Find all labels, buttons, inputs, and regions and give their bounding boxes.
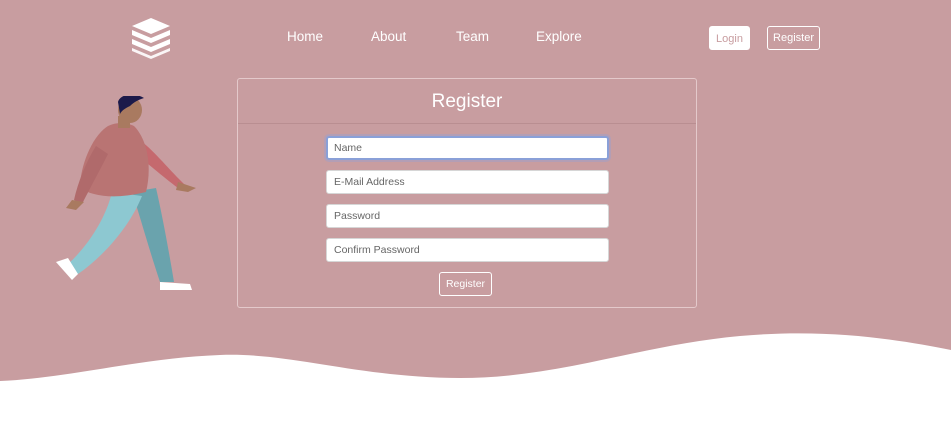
name-field[interactable] — [326, 136, 609, 160]
register-submit-button[interactable]: Register — [439, 272, 492, 296]
register-nav-button[interactable]: Register — [767, 26, 820, 50]
nav-link-explore[interactable]: Explore — [536, 28, 582, 46]
walking-person-illustration — [56, 96, 196, 290]
register-card: Register Register — [237, 78, 697, 308]
nav-link-about[interactable]: About — [371, 28, 406, 46]
register-card-title: Register — [238, 79, 696, 124]
password-field[interactable] — [326, 204, 609, 228]
nav-link-team[interactable]: Team — [456, 28, 489, 46]
hero-section: Home About Team Explore Login Register R… — [0, 0, 951, 428]
confirm-password-field[interactable] — [326, 238, 609, 262]
email-field[interactable] — [326, 170, 609, 194]
nav-link-home[interactable]: Home — [287, 28, 323, 46]
login-button[interactable]: Login — [709, 26, 750, 50]
